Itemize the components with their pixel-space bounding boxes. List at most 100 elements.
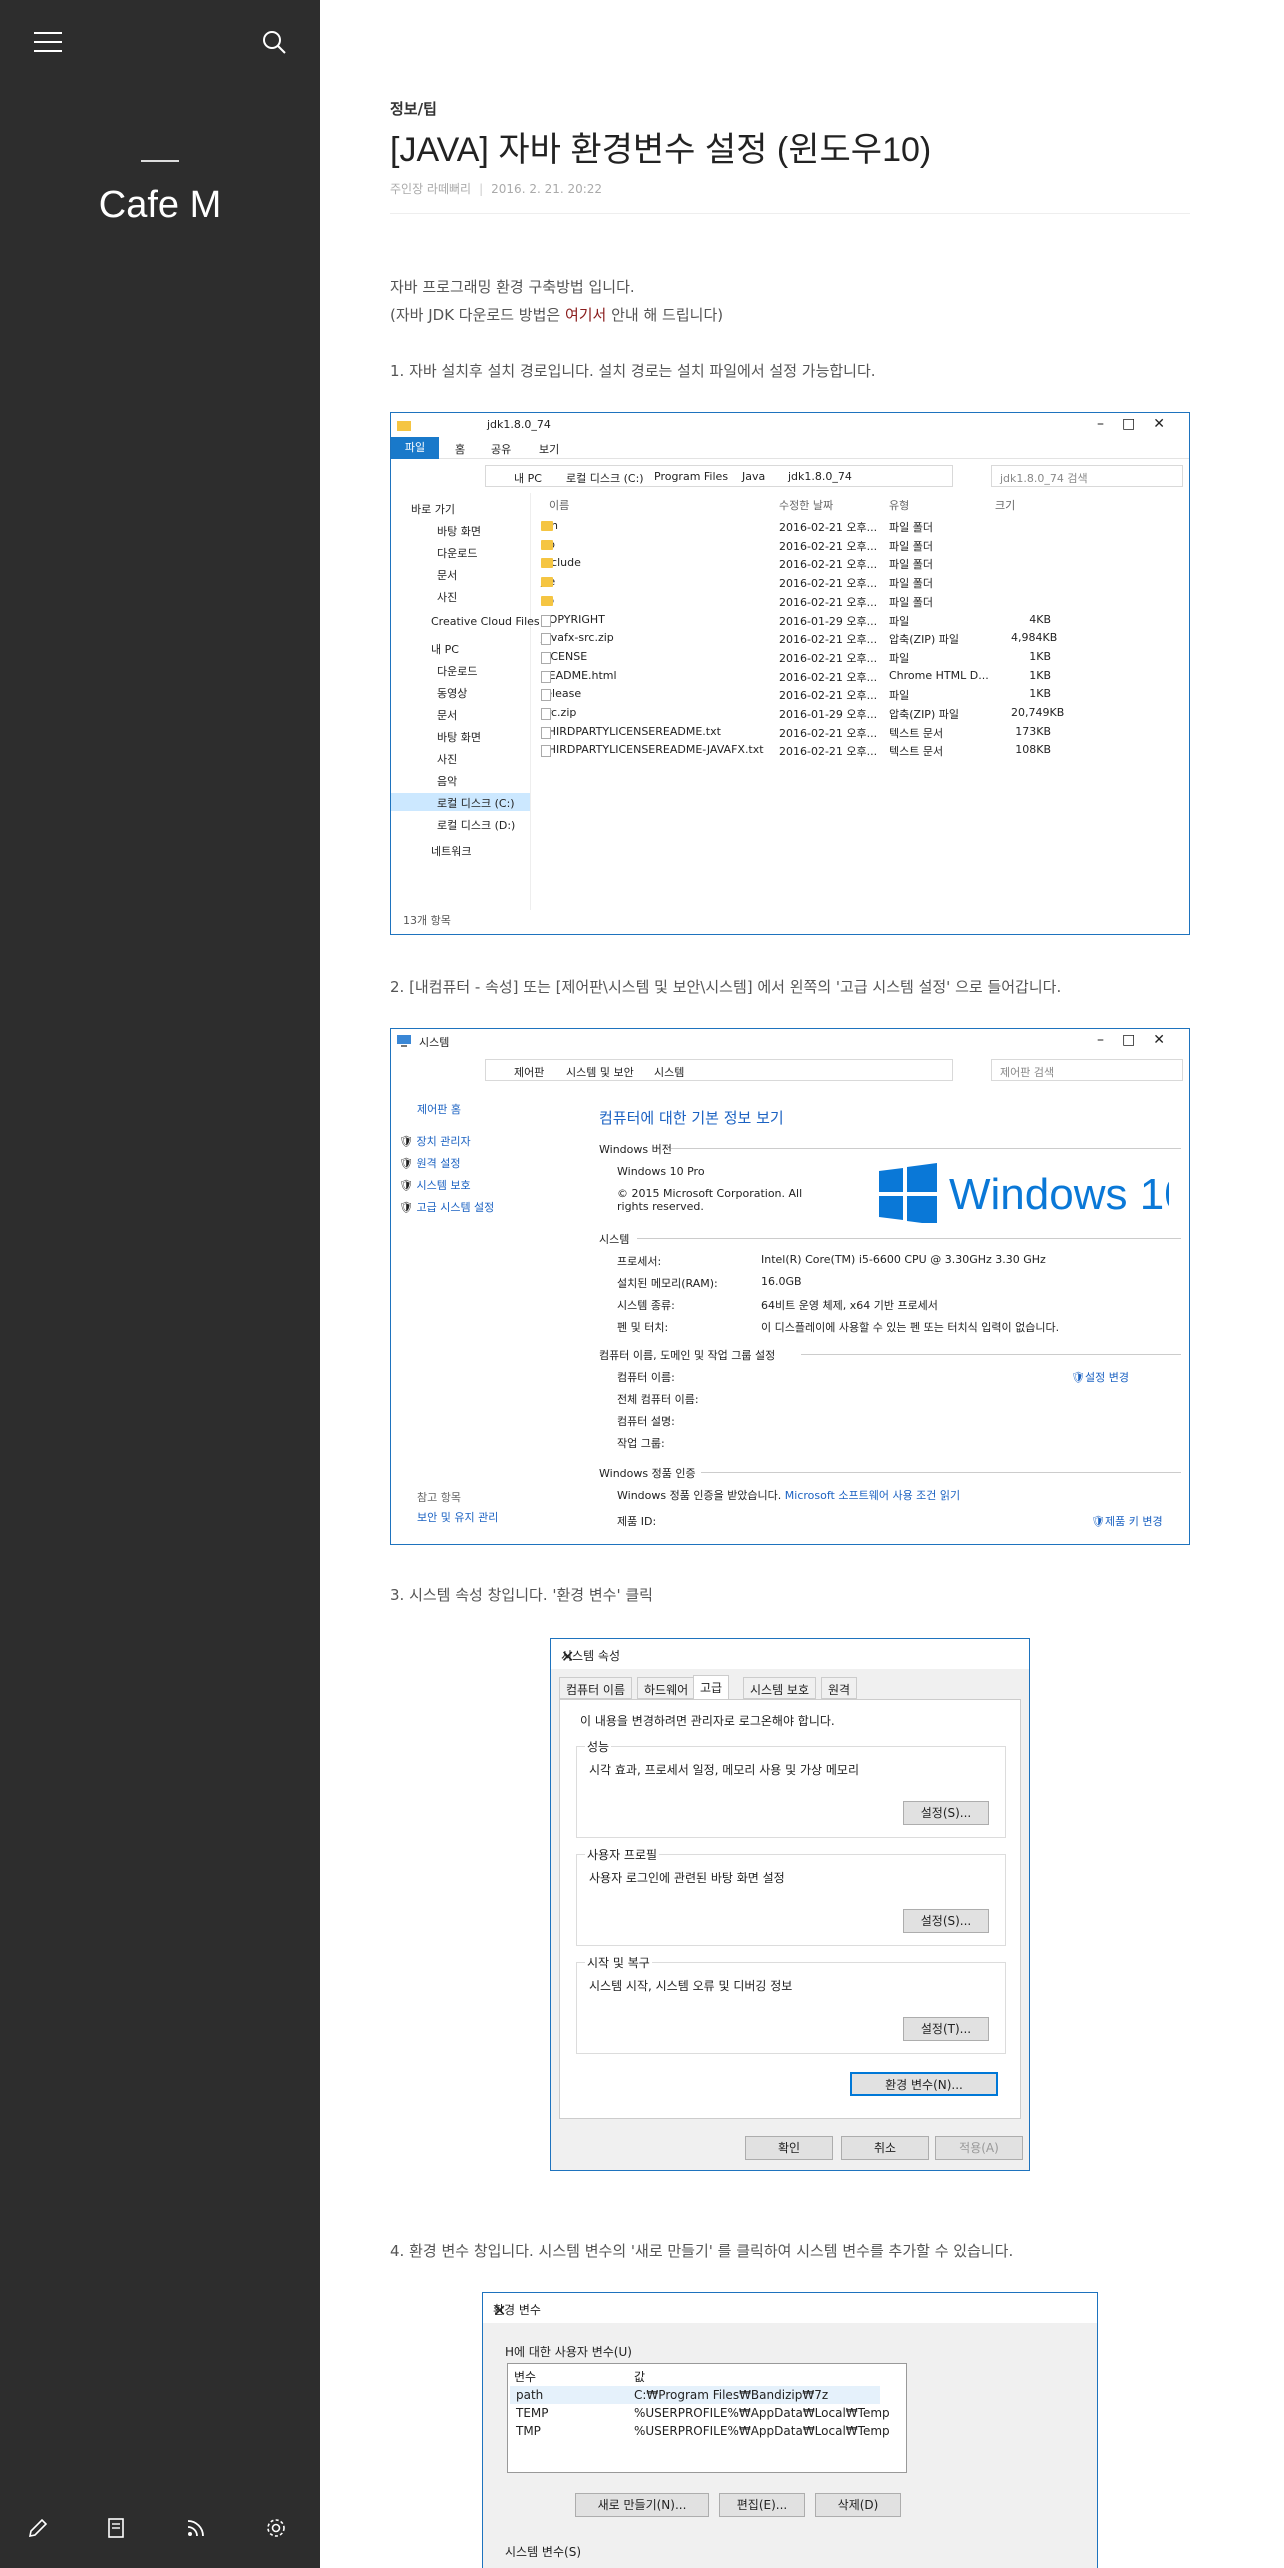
change-settings-link[interactable]: 🛡설정 변경	[1071, 1369, 1129, 1385]
tab-hardware[interactable]: 하드웨어	[637, 1677, 696, 1699]
column-size[interactable]: 크기	[995, 497, 1015, 513]
license-terms-link[interactable]: Microsoft 소프트웨어 사용 조건 읽기	[785, 1489, 960, 1502]
device-manager-link[interactable]: 🛡 장치 관리자	[399, 1133, 471, 1149]
file-row[interactable]: LICENSE 2016-02-21 오후... 파일 1KB	[541, 648, 1181, 666]
env-var-row[interactable]: path C:₩Program Files₩Bandizip₩7z	[510, 2386, 880, 2404]
step-2-text: 2. [내컴퓨터 - 속성] 또는 [제어판\시스템 및 보안\시스템] 에서 …	[390, 978, 1062, 996]
nav-pc-documents[interactable]: 문서	[437, 707, 457, 723]
file-row[interactable]: THIRDPARTYLICENSEREADME.txt 2016-02-21 오후…	[541, 723, 1181, 741]
explorer-title: jdk1.8.0_74	[487, 418, 551, 431]
column-date[interactable]: 수정한 날짜	[779, 497, 833, 513]
file-row[interactable]: jre2016-02-21 오후...파일 폴더	[541, 573, 1181, 591]
nav-pc-desktop[interactable]: 바탕 화면	[437, 729, 481, 745]
change-product-key-link[interactable]: 🛡제품 키 변경	[1091, 1513, 1163, 1529]
close-icon[interactable]: ✕	[561, 1647, 1019, 1666]
nav-drive-c[interactable]: 로컬 디스크 (C:)	[437, 795, 515, 811]
nav-desktop[interactable]: 바탕 화면	[437, 523, 481, 539]
file-row[interactable]: THIRDPARTYLICENSEREADME-JAVAFX.txt 2016-0…	[541, 741, 1181, 759]
env-var-row[interactable]: TMP %USERPROFILE%₩AppData₩Local₩Temp	[510, 2422, 890, 2440]
close-icon[interactable]: ✕	[493, 2301, 1087, 2320]
gear-icon[interactable]	[256, 2508, 296, 2548]
ribbon-tab-home[interactable]: 홈	[455, 441, 465, 457]
user-delete-button[interactable]: 삭제(D)	[815, 2493, 901, 2517]
explorer-address-bar[interactable]: 내 PC 로컬 디스크 (C:) Program Files Java jdk1…	[485, 465, 953, 487]
workgroup-label: 작업 그룹:	[617, 1437, 665, 1450]
file-row[interactable]: bin2016-02-21 오후...파일 폴더	[541, 517, 1181, 535]
book-icon[interactable]	[96, 2508, 136, 2548]
nav-pc-downloads[interactable]: 다운로드	[437, 663, 477, 679]
nav-pictures[interactable]: 사진	[437, 589, 457, 605]
spec-value: 64비트 운영 체제, x64 기반 프로세서	[761, 1299, 938, 1312]
folder-icon	[541, 577, 553, 588]
file-icon	[541, 670, 551, 683]
nav-downloads[interactable]: 다운로드	[437, 545, 477, 561]
file-icon	[541, 745, 551, 758]
user-edit-button[interactable]: 편집(E)...	[719, 2493, 805, 2517]
column-name[interactable]: 이름	[549, 497, 569, 513]
file-row[interactable]: include 2016-02-21 오후... 파일 폴더	[541, 554, 1181, 572]
ribbon-tab-share[interactable]: 공유	[491, 441, 511, 457]
tab-remote[interactable]: 원격	[821, 1677, 858, 1699]
remote-settings-link[interactable]: 🛡 원격 설정	[399, 1155, 460, 1171]
security-maintenance-link[interactable]: 보안 및 유지 관리	[417, 1509, 498, 1525]
computer-icon	[397, 1035, 411, 1047]
nav-drive-d[interactable]: 로컬 디스크 (D:)	[437, 817, 515, 833]
control-panel-home-link[interactable]: 제어판 홈	[417, 1101, 461, 1117]
system-search-input[interactable]: 제어판 검색	[991, 1059, 1183, 1081]
rss-icon[interactable]	[176, 2508, 216, 2548]
spec-value: Intel(R) Core(TM) i5-6600 CPU @ 3.30GHz …	[761, 1253, 1046, 1266]
nav-documents[interactable]: 문서	[437, 567, 457, 583]
system-address-bar[interactable]: 제어판 시스템 및 보안 시스템	[485, 1059, 953, 1081]
ribbon-tab-file[interactable]: 파일	[391, 437, 439, 459]
nav-creative-cloud[interactable]: Creative Cloud Files	[431, 615, 540, 628]
user-variables-list[interactable]: 변수 값 path C:₩Program Files₩Bandizip₩7z TEM…	[507, 2363, 907, 2473]
system-title: 시스템	[419, 1036, 450, 1049]
startup-recovery-group: 시작 및 복구 시스템 시작, 시스템 오류 및 디버깅 정보 설정(T)...	[576, 1954, 1006, 2054]
tab-advanced[interactable]: 고급	[693, 1675, 730, 1699]
nav-pc-pictures[interactable]: 사진	[437, 751, 457, 767]
computer-description-label: 컴퓨터 설명:	[617, 1415, 675, 1428]
file-icon	[541, 689, 551, 702]
file-row[interactable]: db2016-02-21 오후...파일 폴더	[541, 536, 1181, 554]
search-icon[interactable]	[254, 22, 294, 62]
system-protection-link[interactable]: 🛡 시스템 보호	[399, 1177, 471, 1193]
cancel-button[interactable]: 취소	[841, 2136, 929, 2160]
performance-settings-button[interactable]: 설정(S)...	[903, 1801, 989, 1825]
brand-name[interactable]: Cafe M	[99, 184, 221, 226]
pencil-icon[interactable]	[18, 2508, 58, 2548]
window-controls[interactable]: –□✕	[1097, 1032, 1183, 1048]
explorer-search-input[interactable]: jdk1.8.0_74 검색	[991, 465, 1183, 487]
environment-variables-button[interactable]: 환경 변수(N)...	[850, 2072, 998, 2096]
brand[interactable]: Cafe M	[0, 160, 320, 227]
item-count: 13개 항목	[403, 914, 451, 927]
post-category[interactable]: 정보/팁	[390, 98, 437, 119]
file-row[interactable]: javafx-src.zip 2016-02-21 오후... 압축(ZIP) 파일…	[541, 629, 1181, 647]
nav-network[interactable]: 네트워크	[431, 843, 471, 859]
startup-settings-button[interactable]: 설정(T)...	[903, 2017, 989, 2041]
profile-settings-button[interactable]: 설정(S)...	[903, 1909, 989, 1933]
ok-button[interactable]: 확인	[745, 2136, 833, 2160]
file-row[interactable]: README.html 2016-02-21 오후... Chrome HTML D…	[541, 667, 1181, 685]
window-controls[interactable]: –□✕	[1097, 416, 1183, 432]
nav-music[interactable]: 음악	[437, 773, 457, 789]
full-computer-name-label: 전체 컴퓨터 이름:	[617, 1393, 699, 1406]
file-row[interactable]: lib2016-02-21 오후...파일 폴더	[541, 592, 1181, 610]
user-profile-group: 사용자 프로필 사용자 로그인에 관련된 바탕 화면 설정 설정(S)...	[576, 1846, 1006, 1946]
ribbon-tab-view[interactable]: 보기	[539, 441, 559, 457]
file-row[interactable]: release 2016-02-21 오후... 파일 1KB	[541, 685, 1181, 703]
env-var-row[interactable]: TEMP %USERPROFILE%₩AppData₩Local₩Temp	[510, 2404, 890, 2422]
nav-this-pc[interactable]: 내 PC	[431, 641, 459, 657]
user-new-button[interactable]: 새로 만들기(N)...	[575, 2493, 709, 2517]
hamburger-menu-icon[interactable]	[28, 22, 68, 62]
advanced-system-settings-link[interactable]: 🛡 고급 시스템 설정	[399, 1199, 494, 1215]
jdk-download-link[interactable]: 여기서	[565, 306, 606, 324]
tab-computer-name[interactable]: 컴퓨터 이름	[559, 1677, 633, 1699]
file-row[interactable]: COPYRIGHT 2016-01-29 오후... 파일 4KB	[541, 611, 1181, 629]
column-type[interactable]: 유형	[889, 497, 909, 513]
nav-quick-access[interactable]: 바로 가기	[411, 501, 455, 517]
file-row[interactable]: src.zip 2016-01-29 오후... 압축(ZIP) 파일 20,749K…	[541, 704, 1181, 722]
post-date: 2016. 2. 21. 20:22	[491, 182, 603, 196]
admin-note: 이 내용을 변경하려면 관리자로 로그온해야 합니다.	[580, 1714, 835, 1728]
nav-videos[interactable]: 동영상	[437, 685, 467, 701]
tab-system-protection[interactable]: 시스템 보호	[743, 1677, 817, 1699]
